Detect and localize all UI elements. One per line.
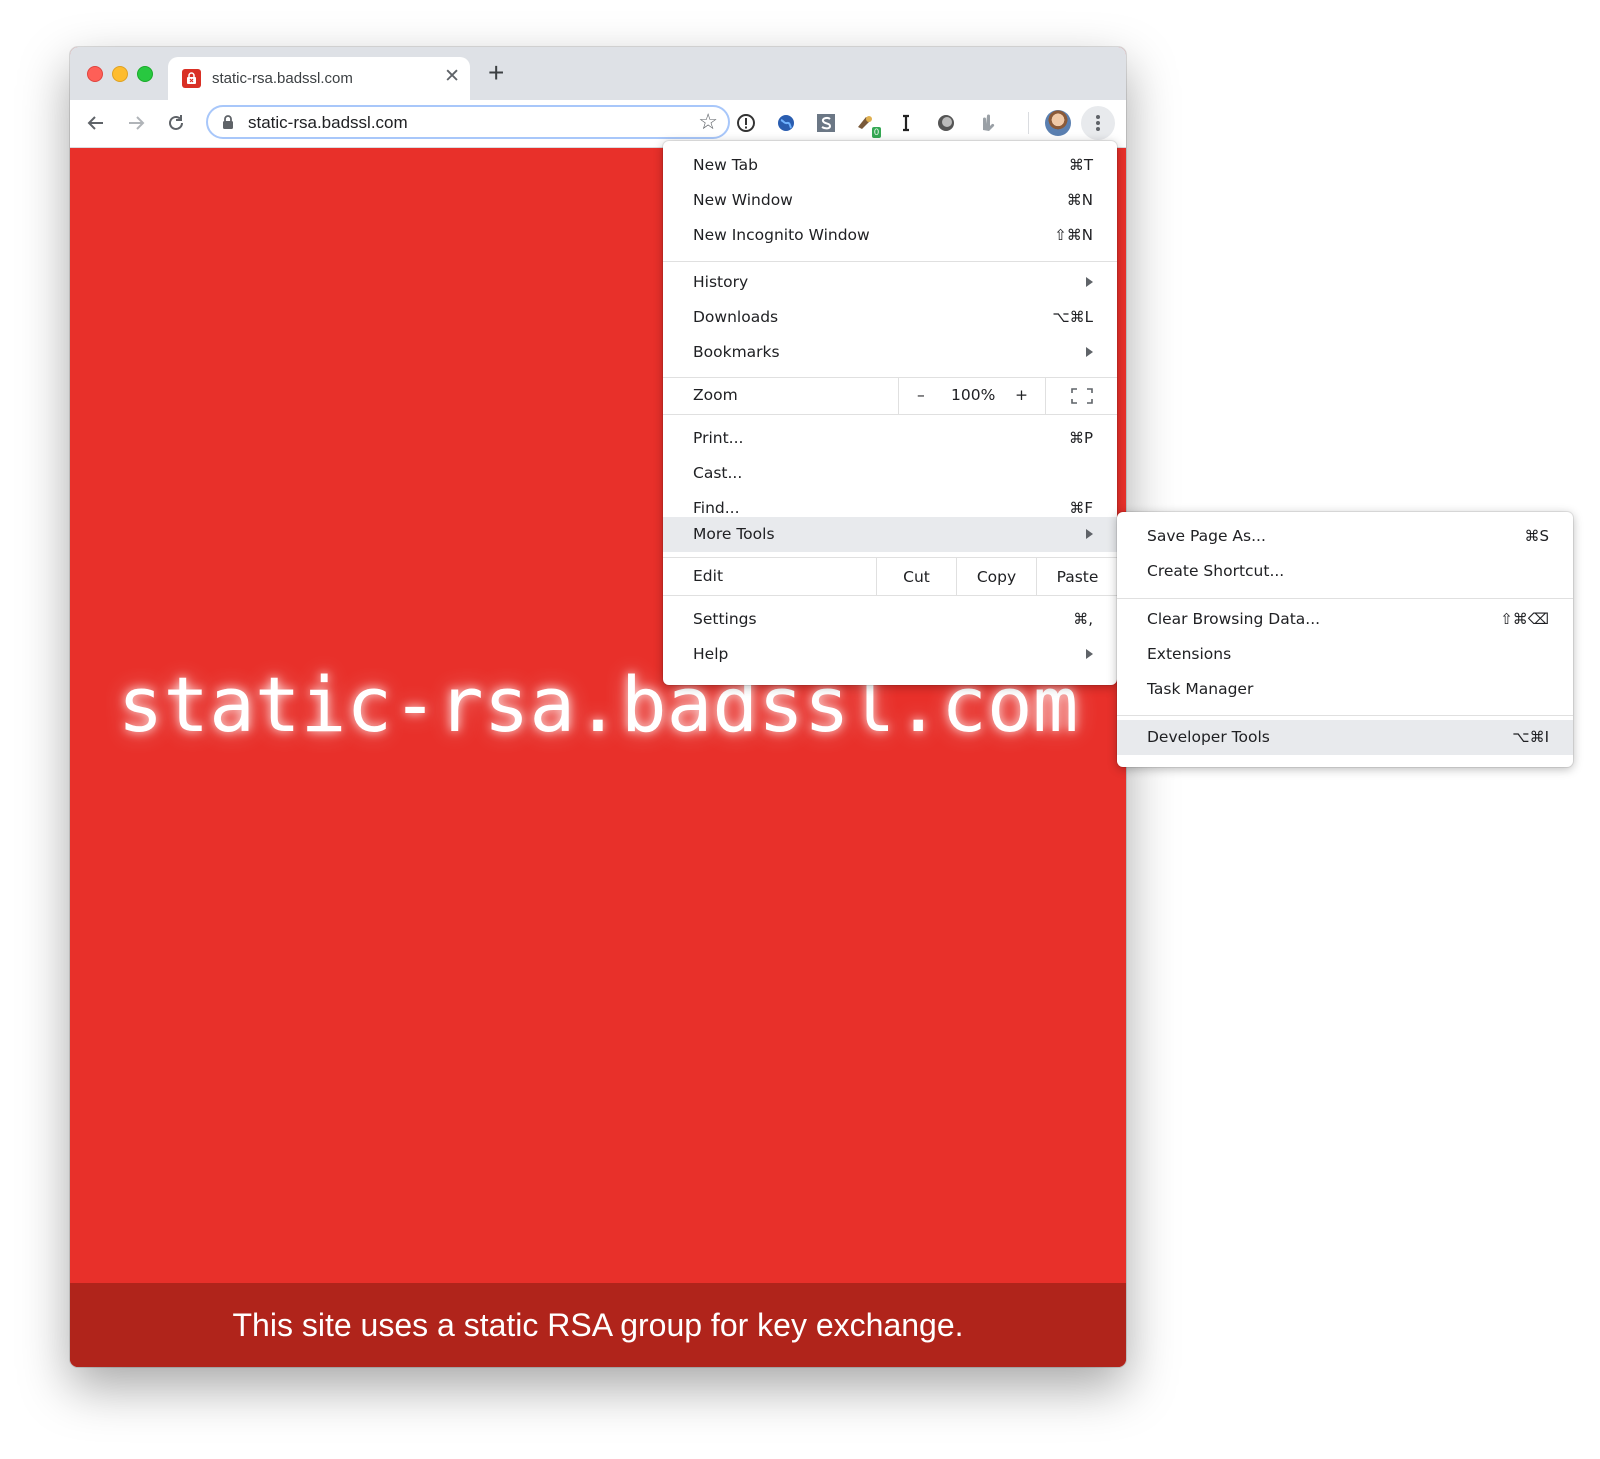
kebab-icon [1096,115,1100,131]
submenu-arrow-icon [1086,277,1093,287]
menu-item-label: Extensions [1147,645,1232,663]
menu-item-label: More Tools [693,525,775,543]
zoom-row: Zoom – 100% + [663,377,1117,414]
menu-item-shortcut: ⌥⌘L [1052,308,1093,326]
serif-i-icon[interactable] [895,112,917,134]
chrome-main-menu: New Tab ⌘T New Window ⌘N New Incognito W… [663,141,1117,685]
menu-item-label: Find... [693,499,740,517]
menu-separator [1117,715,1573,716]
submenu-item-create-shortcut[interactable]: Create Shortcut... [1117,554,1573,589]
menu-item-shortcut: ⌥⌘I [1512,728,1549,746]
menu-item-label: Bookmarks [693,343,780,361]
avatar[interactable] [1045,110,1071,136]
menu-item-downloads[interactable]: Downloads ⌥⌘L [663,300,1117,335]
edit-label: Edit [693,567,724,585]
circle-icon[interactable] [935,112,957,134]
edit-row: Edit Cut Copy Paste [663,558,1117,595]
info-icon[interactable] [735,112,757,134]
menu-item-shortcut: ⇧⌘⌫ [1500,610,1549,628]
menu-item-new-window[interactable]: New Window ⌘N [663,183,1117,218]
menu-separator [663,595,1117,596]
fullscreen-button[interactable] [1045,377,1118,414]
menu-item-help[interactable]: Help [663,637,1117,672]
menu-separator [663,414,1117,415]
copy-button[interactable]: Copy [956,558,1036,595]
globe-icon[interactable] [775,112,797,134]
menu-item-print[interactable]: Print... ⌘P [663,421,1117,456]
menu-item-label: Cast... [693,464,743,482]
toolbar-divider [1028,112,1029,134]
submenu-item-developer-tools[interactable]: Developer Tools ⌥⌘I [1117,720,1573,755]
menu-item-cast[interactable]: Cast... [663,456,1117,491]
menu-separator [663,261,1117,262]
zoom-controls: – 100% + [898,377,1045,414]
submenu-arrow-icon [1086,529,1093,539]
more-menu-button[interactable] [1081,106,1115,140]
menu-item-shortcut: ⌘, [1073,610,1093,628]
menu-item-shortcut: ⇧⌘N [1054,226,1093,244]
menu-item-label: Help [693,645,729,663]
submenu-item-clear-browsing-data[interactable]: Clear Browsing Data... ⇧⌘⌫ [1117,602,1573,637]
menu-item-label: Clear Browsing Data... [1147,610,1321,628]
zoom-label: Zoom [693,386,738,404]
lock-icon[interactable] [222,115,234,135]
menu-item-shortcut: ⌘N [1066,191,1093,209]
extension-badge: 0 [871,127,881,138]
bookmark-star-icon[interactable]: ☆ [698,110,718,134]
submenu-item-save-page-as[interactable]: Save Page As... ⌘S [1117,519,1573,554]
menu-item-label: Developer Tools [1147,728,1270,746]
forward-arrow-icon[interactable] [122,109,150,137]
submenu-arrow-icon [1086,347,1093,357]
menu-item-label: Print... [693,429,744,447]
window-minimize-button[interactable] [112,66,128,82]
menu-item-label: Save Page As... [1147,527,1266,545]
zoom-out-button[interactable]: – [917,386,925,404]
address-bar[interactable]: static-rsa.badssl.com ☆ [206,105,730,139]
submenu-arrow-icon [1086,649,1093,659]
cursor-extension-icon[interactable]: 0 [855,112,881,138]
cut-button[interactable]: Cut [876,558,956,595]
reload-icon[interactable] [162,109,190,137]
menu-item-settings[interactable]: Settings ⌘, [663,602,1117,637]
menu-item-label: New Tab [693,156,758,174]
tab-active[interactable]: static-rsa.badssl.com ✕ [168,57,470,100]
paste-button[interactable]: Paste [1036,558,1118,595]
hand-icon[interactable] [975,112,997,134]
window-close-button[interactable] [87,66,103,82]
zoom-in-button[interactable]: + [1015,386,1028,404]
menu-item-shortcut: ⌘T [1068,156,1093,174]
zoom-level: 100% [951,386,996,404]
tab-strip: static-rsa.badssl.com ✕ + [70,47,1126,100]
menu-item-label: Settings [693,610,757,628]
tab-title: static-rsa.badssl.com [212,70,353,87]
more-tools-submenu: Save Page As... ⌘S Create Shortcut... Cl… [1117,512,1573,767]
menu-item-label: New Window [693,191,793,209]
menu-item-more-tools[interactable]: More Tools [663,517,1117,552]
menu-item-shortcut: ⌘P [1068,429,1093,447]
window-maximize-button[interactable] [137,66,153,82]
back-arrow-icon[interactable] [82,109,110,137]
menu-item-history[interactable]: History [663,265,1117,300]
menu-item-label: Task Manager [1147,680,1254,698]
menu-item-new-incognito-window[interactable]: New Incognito Window ⇧⌘N [663,218,1117,253]
menu-item-shortcut: ⌘S [1524,527,1549,545]
menu-item-label: History [693,273,749,291]
menu-separator [1117,598,1573,599]
submenu-item-task-manager[interactable]: Task Manager [1117,672,1573,707]
menu-item-bookmarks[interactable]: Bookmarks [663,335,1117,370]
fullscreen-icon [1071,387,1093,404]
footer-banner: This site uses a static RSA group for ke… [70,1283,1126,1367]
submenu-item-extensions[interactable]: Extensions [1117,637,1573,672]
lock-favicon-icon [182,69,201,88]
url-text[interactable]: static-rsa.badssl.com [248,113,408,133]
menu-item-label: Downloads [693,308,779,326]
footer-text: This site uses a static RSA group for ke… [232,1306,964,1343]
square-s-icon[interactable] [815,112,837,134]
menu-item-shortcut: ⌘F [1069,499,1093,517]
new-tab-icon[interactable]: + [488,59,504,87]
menu-item-label: New Incognito Window [693,226,870,244]
menu-item-new-tab[interactable]: New Tab ⌘T [663,148,1117,183]
menu-item-label: Create Shortcut... [1147,562,1285,580]
tab-close-icon[interactable]: ✕ [444,67,460,87]
